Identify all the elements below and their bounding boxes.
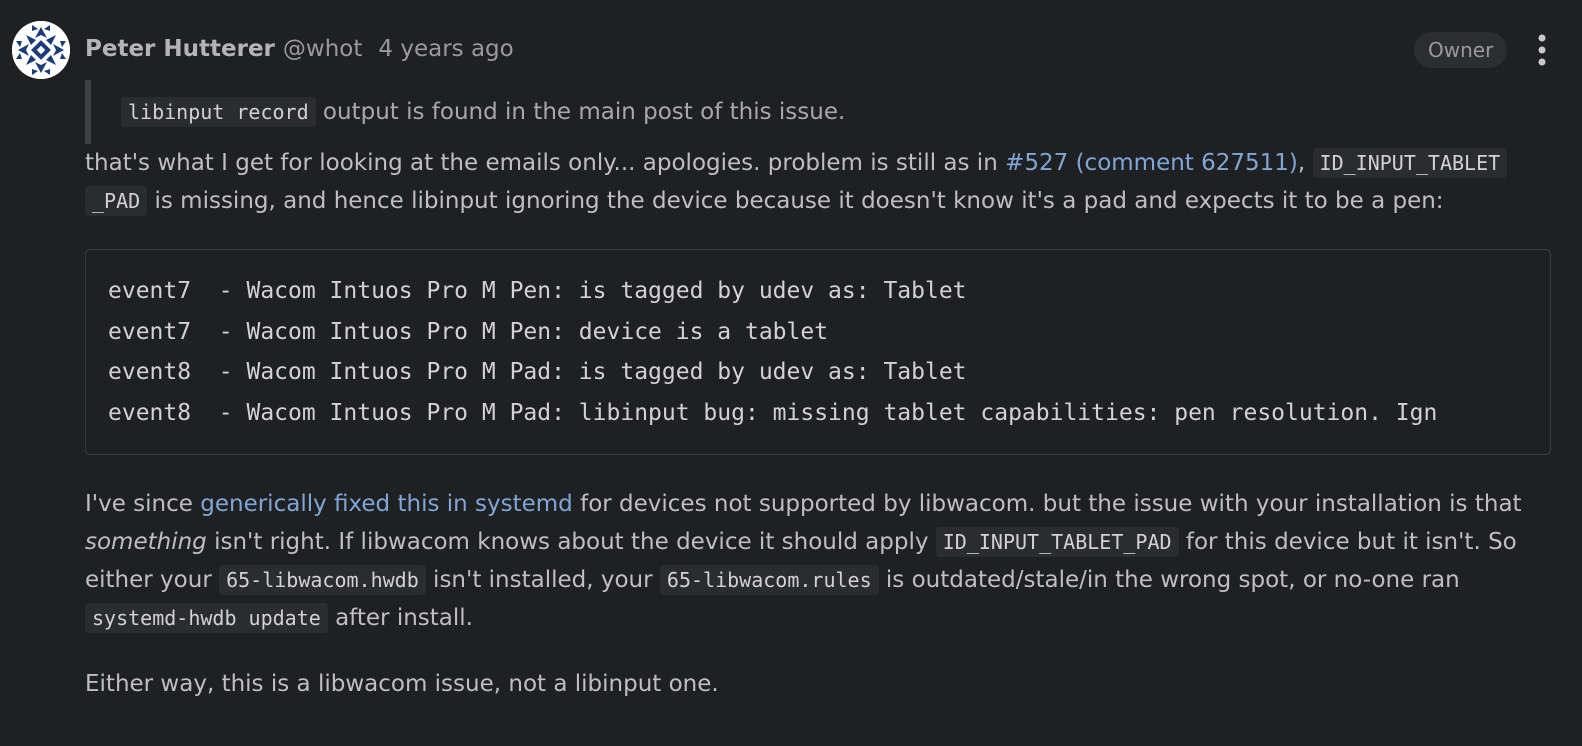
inline-code-hwdb-update: systemd-hwdb update: [85, 603, 328, 633]
systemd-fix-link[interactable]: generically fixed this in systemd: [200, 491, 573, 517]
code-line: event7 - Wacom Intuos Pro M Pen: is tagg…: [108, 278, 967, 304]
paragraph-text: after install.: [327, 605, 473, 631]
paragraph-fix: I've since generically fixed this in sys…: [85, 485, 1565, 637]
note-header: Peter Hutterer @whot 4 years ago: [85, 36, 514, 66]
owner-badge: Owner: [1414, 32, 1508, 68]
paragraph-text: isn't installed, your: [425, 567, 660, 593]
paragraph-text: is missing, and hence libinput ignoring …: [147, 188, 1444, 214]
author-handle[interactable]: @whot: [283, 36, 362, 62]
note-body: libinput record output is found in the m…: [85, 80, 1565, 703]
inline-code-hwdb: 65-libwacom.hwdb: [219, 565, 426, 595]
kebab-menu-icon[interactable]: [1535, 33, 1549, 67]
paragraph-text: that's what I get for looking at the ema…: [85, 150, 1006, 176]
code-line: event8 - Wacom Intuos Pro M Pad: libinpu…: [108, 399, 1438, 426]
avatar-pattern-icon: [12, 21, 70, 79]
emphasis-text: something: [85, 529, 207, 555]
paragraph-text: isn't right. If libwacom knows about the…: [206, 529, 936, 555]
paragraph-text: is outdated/stale/in the wrong spot, or …: [878, 567, 1460, 593]
paragraph-conclusion: Either way, this is a libwacom issue, no…: [85, 671, 719, 697]
avatar[interactable]: [12, 21, 70, 79]
quote-text: output is found in the main post of this…: [315, 99, 846, 125]
blockquote: libinput record output is found in the m…: [85, 80, 1565, 144]
paragraph-text: for devices not supported by libwacom. b…: [572, 491, 1522, 517]
inline-code-tablet-pad: ID_INPUT_TABLET_PAD: [935, 527, 1179, 557]
note-timestamp[interactable]: 4 years ago: [378, 36, 513, 62]
issue-comment-link[interactable]: #527 (comment 627511): [1005, 150, 1298, 176]
code-block: event7 - Wacom Intuos Pro M Pen: is tagg…: [85, 249, 1551, 455]
code-line: event8 - Wacom Intuos Pro M Pad: is tagg…: [108, 359, 967, 385]
quote-code: libinput record: [121, 97, 316, 127]
comment-note: Peter Hutterer @whot 4 years ago Owner l…: [0, 0, 1582, 746]
paragraph-text: I've since: [85, 491, 201, 517]
code-line: event7 - Wacom Intuos Pro M Pen: device …: [108, 318, 829, 345]
inline-code-tablet: ID_INPUT_TABLET: [1312, 148, 1508, 178]
paragraph-text: ,: [1297, 150, 1313, 176]
inline-code-pad: _PAD: [85, 186, 148, 216]
author-name[interactable]: Peter Hutterer: [85, 36, 275, 62]
paragraph-explanation: that's what I get for looking at the ema…: [85, 144, 1565, 220]
inline-code-rules: 65-libwacom.rules: [659, 565, 879, 595]
more-actions-icon: [1538, 34, 1546, 66]
